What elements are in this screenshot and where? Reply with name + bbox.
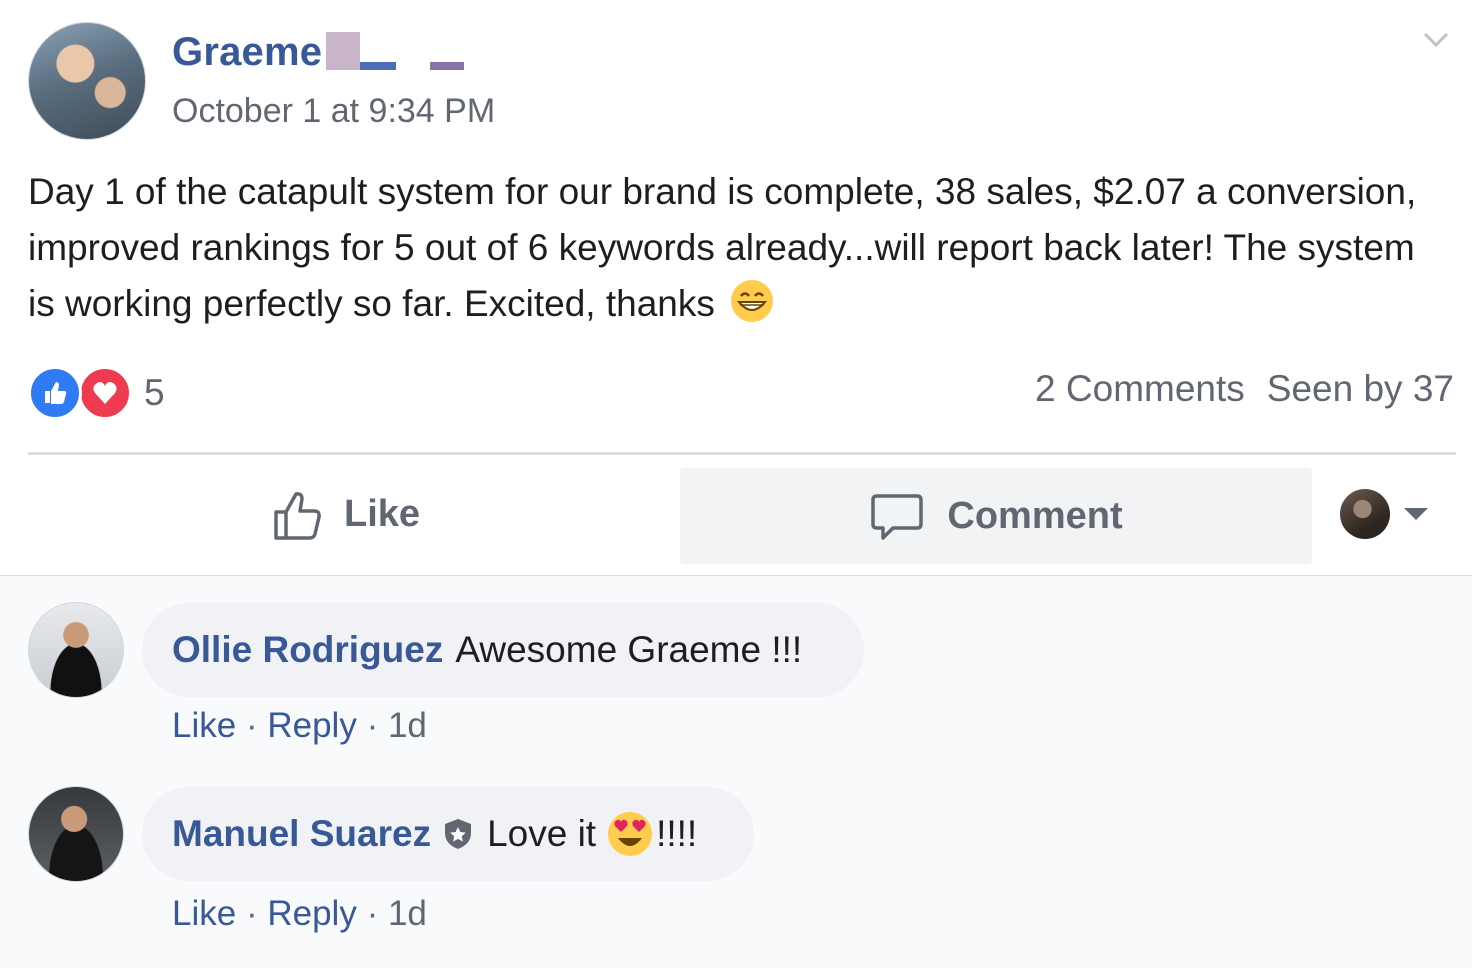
grinning-face-emoji-icon bbox=[731, 280, 774, 322]
chevron-down-icon[interactable] bbox=[1422, 30, 1450, 50]
comment-reply-link[interactable]: Reply bbox=[267, 706, 356, 745]
facebook-post: Graeme October 1 at 9:34 PM Day 1 of the… bbox=[0, 0, 1472, 968]
seen-by-count[interactable]: Seen by 37 bbox=[1267, 368, 1454, 410]
comment-actions: Like · Reply · 1d bbox=[172, 894, 427, 934]
comment-like-link[interactable]: Like bbox=[172, 894, 236, 933]
post-text: Day 1 of the catapult system for our bra… bbox=[28, 171, 1417, 324]
comment-bubble: Manuel Suarez Love it !!!! bbox=[142, 787, 754, 881]
like-reaction-icon bbox=[28, 366, 82, 420]
separator: · bbox=[366, 894, 379, 933]
author-name[interactable]: Graeme bbox=[172, 30, 322, 75]
comment-age[interactable]: 1d bbox=[388, 894, 427, 933]
thumbs-up-icon bbox=[274, 492, 321, 540]
comment-text: Love it bbox=[487, 813, 597, 854]
comments-count-link[interactable]: 2 Comments bbox=[1035, 368, 1245, 410]
shield-icon bbox=[445, 819, 472, 849]
reactions-summary[interactable]: 5 bbox=[28, 366, 165, 420]
comment-age[interactable]: 1d bbox=[388, 706, 427, 745]
comment-reply-link[interactable]: Reply bbox=[267, 894, 356, 933]
post-as-selector[interactable] bbox=[1340, 488, 1428, 540]
redaction-block bbox=[430, 62, 464, 70]
author-avatar[interactable] bbox=[28, 22, 146, 140]
commenter-avatar[interactable] bbox=[28, 602, 124, 698]
comment-button[interactable]: Comment bbox=[680, 468, 1312, 564]
comment-bubble-icon bbox=[871, 494, 924, 540]
comment-text-suffix: !!!! bbox=[656, 813, 698, 854]
redaction-block bbox=[360, 62, 396, 70]
post-stats: 2 Comments Seen by 37 bbox=[1035, 368, 1454, 410]
commenter-name[interactable]: Manuel Suarez bbox=[172, 813, 431, 855]
caret-down-icon bbox=[1404, 508, 1428, 520]
commenter-avatar[interactable] bbox=[28, 786, 124, 882]
comment-button-label: Comment bbox=[947, 494, 1123, 537]
love-reaction-icon bbox=[78, 366, 132, 420]
separator: · bbox=[245, 706, 258, 745]
separator: · bbox=[366, 706, 379, 745]
reaction-count: 5 bbox=[144, 372, 165, 413]
comment-like-link[interactable]: Like bbox=[172, 706, 236, 745]
current-user-avatar bbox=[1340, 489, 1390, 539]
redaction-block bbox=[326, 32, 360, 70]
like-button[interactable]: Like bbox=[270, 484, 420, 544]
comment-bubble: Ollie Rodriguez Awesome Graeme !!! bbox=[142, 603, 864, 697]
separator: · bbox=[245, 894, 258, 933]
comment-actions: Like · Reply · 1d bbox=[172, 706, 427, 746]
comment-text: Awesome Graeme !!! bbox=[455, 629, 803, 670]
divider bbox=[28, 452, 1456, 455]
heart-eyes-emoji-icon bbox=[608, 812, 653, 856]
post-body: Day 1 of the catapult system for our bra… bbox=[28, 164, 1448, 332]
commenter-name[interactable]: Ollie Rodriguez bbox=[172, 629, 443, 671]
like-button-label: Like bbox=[344, 492, 421, 535]
post-timestamp[interactable]: October 1 at 9:34 PM bbox=[172, 92, 495, 131]
